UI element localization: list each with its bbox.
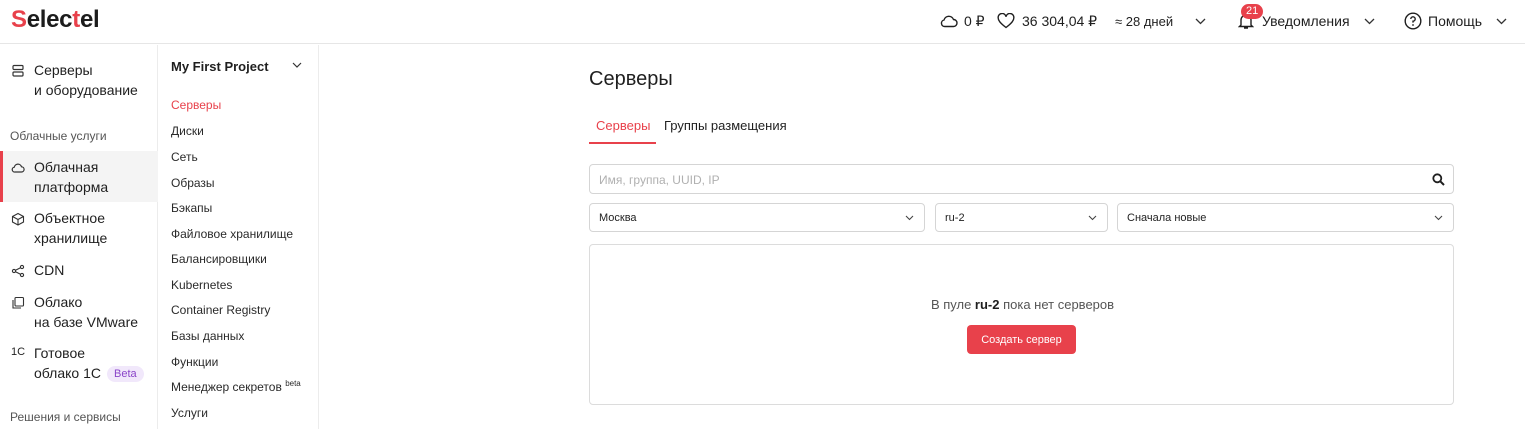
sidebar-group-cloud: Облачные услуги	[10, 129, 107, 143]
cdn-icon	[11, 264, 25, 278]
nav-item-functions[interactable]: Функции	[171, 355, 218, 369]
nav-item-images[interactable]: Образы	[171, 176, 215, 190]
sidebar-item-1c-cloud[interactable]: 1С Готовое облако 1С Beta	[0, 344, 158, 386]
nav-item-secrets-manager[interactable]: Менеджер секретов beta	[171, 379, 301, 394]
chevron-down-icon	[1364, 18, 1375, 24]
help-icon	[1404, 12, 1422, 30]
chevron-down-icon	[905, 215, 914, 221]
search-field[interactable]	[589, 164, 1454, 194]
label-line: Облачная	[34, 159, 99, 175]
search-icon[interactable]	[1432, 173, 1445, 186]
nav-item-balancers[interactable]: Балансировщики	[171, 252, 267, 266]
main-balance[interactable]: 36 304,04 ₽	[997, 11, 1097, 31]
cloud-balance-value: 0 ₽	[964, 12, 985, 29]
logo-t: t	[72, 6, 80, 33]
empty-state-message: В пуле ru-2 пока нет серверов	[590, 297, 1455, 312]
project-nav: My First Project Серверы Диски Сеть Обра…	[159, 45, 319, 429]
empty-state-panel: В пуле ru-2 пока нет серверов Создать се…	[589, 244, 1454, 405]
label-line: Готовое	[34, 345, 86, 361]
sidebar-item-label: CDN	[34, 262, 65, 278]
label-line: облако 1С	[34, 364, 101, 381]
notifications-count-badge: 21	[1241, 4, 1264, 19]
sort-select[interactable]: Сначала новые	[1117, 203, 1454, 232]
sidebar-group-solutions: Решения и сервисы	[10, 410, 121, 424]
create-server-button[interactable]: Создать сервер	[967, 325, 1076, 354]
main-balance-value: 36 304,04 ₽	[1022, 12, 1098, 29]
vmware-icon	[12, 296, 25, 309]
cube-icon	[11, 212, 25, 226]
help-label: Помощь	[1428, 13, 1483, 29]
nav-item-network[interactable]: Сеть	[171, 150, 198, 164]
label-line: Облако	[34, 294, 83, 310]
nav-item-disks[interactable]: Диски	[171, 124, 204, 138]
sidebar-item-label: Готовое облако 1С Beta	[34, 344, 144, 383]
beta-badge: Beta	[107, 365, 144, 382]
nav-item-file-storage[interactable]: Файловое хранилище	[171, 227, 293, 241]
server-icon	[12, 64, 24, 77]
pool-select[interactable]: ru-2	[935, 203, 1108, 232]
nav-item-servers[interactable]: Серверы	[171, 98, 221, 112]
1c-icon: 1С	[11, 346, 26, 358]
sidebar-item-label: Объектное хранилище	[34, 209, 107, 248]
cloud-balance[interactable]: 0 ₽	[940, 11, 985, 31]
sidebar-item-vmware[interactable]: Облако на базе VMware	[0, 293, 158, 335]
label-line: Объектное	[34, 210, 105, 226]
cloud-icon	[940, 15, 958, 28]
nav-item-kubernetes[interactable]: Kubernetes	[171, 278, 232, 292]
empty-prefix: В пуле	[930, 297, 975, 312]
label-line: платформа	[34, 178, 109, 195]
logo-s: S	[11, 6, 27, 33]
sidebar-item-label: Облако на базе VMware	[34, 293, 138, 332]
nav-item-backups[interactable]: Бэкапы	[171, 201, 212, 215]
label-line: на базе VMware	[34, 313, 139, 330]
label-line: Серверы	[34, 62, 93, 78]
logo-end: el	[79, 6, 100, 33]
days-left-value: ≈ 28 дней	[1115, 13, 1174, 29]
chevron-down-icon	[1088, 215, 1097, 221]
chevron-down-icon[interactable]	[292, 62, 302, 68]
beta-superscript: beta	[285, 379, 301, 388]
heart-icon	[997, 13, 1015, 29]
sidebar-item-cdn[interactable]: CDN	[0, 261, 158, 283]
sort-value: Сначала новые	[1127, 212, 1207, 224]
chevron-down-icon	[1434, 215, 1443, 221]
sidebar-item-cloud-platform[interactable]: Облачная платформа	[0, 151, 158, 202]
nav-item-container-registry[interactable]: Container Registry	[171, 303, 270, 317]
search-input[interactable]	[599, 171, 1419, 189]
selectel-logo[interactable]: Selectel	[11, 6, 100, 34]
sidebar-item-servers[interactable]: Серверы и оборудование	[0, 61, 158, 103]
notifications-label: Уведомления	[1262, 13, 1350, 29]
sidebar-item-label: Облачная платформа	[34, 158, 108, 197]
region-select[interactable]: Москва	[589, 203, 925, 232]
sidebar-item-object-storage[interactable]: Объектное хранилище	[0, 209, 158, 251]
days-left-dropdown[interactable]: ≈ 28 дней	[1115, 11, 1206, 31]
region-value: Москва	[599, 212, 637, 224]
tab-servers[interactable]: Серверы	[596, 118, 650, 133]
logo-middle: elec	[26, 6, 73, 33]
top-header: Selectel 0 ₽ 36 304,04 ₽ ≈ 28 дней Уведо…	[0, 0, 1525, 44]
cloud-icon	[11, 163, 25, 173]
sidebar-item-label: Серверы и оборудование	[34, 61, 138, 100]
label-line: и оборудование	[34, 81, 138, 98]
nav-item-label: Менеджер секретов	[171, 380, 282, 394]
tab-placement-groups[interactable]: Группы размещения	[664, 118, 787, 133]
chevron-down-icon	[1496, 18, 1507, 24]
chevron-down-icon	[1195, 18, 1206, 24]
empty-suffix: пока нет серверов	[999, 297, 1115, 312]
nav-item-databases[interactable]: Базы данных	[171, 329, 244, 343]
nav-item-services[interactable]: Услуги	[171, 406, 208, 420]
main-sidebar: Серверы и оборудование Облачные услуги Об…	[0, 45, 158, 429]
pool-value: ru-2	[945, 212, 965, 224]
help-dropdown[interactable]: Помощь	[1404, 11, 1507, 31]
tabs: Серверы Группы размещения	[589, 110, 1454, 145]
empty-pool-name: ru-2	[974, 297, 1000, 312]
project-title[interactable]: My First Project	[171, 59, 269, 74]
page-title: Серверы	[589, 68, 673, 90]
active-tab-indicator	[589, 142, 656, 144]
label-line: хранилище	[34, 229, 108, 246]
